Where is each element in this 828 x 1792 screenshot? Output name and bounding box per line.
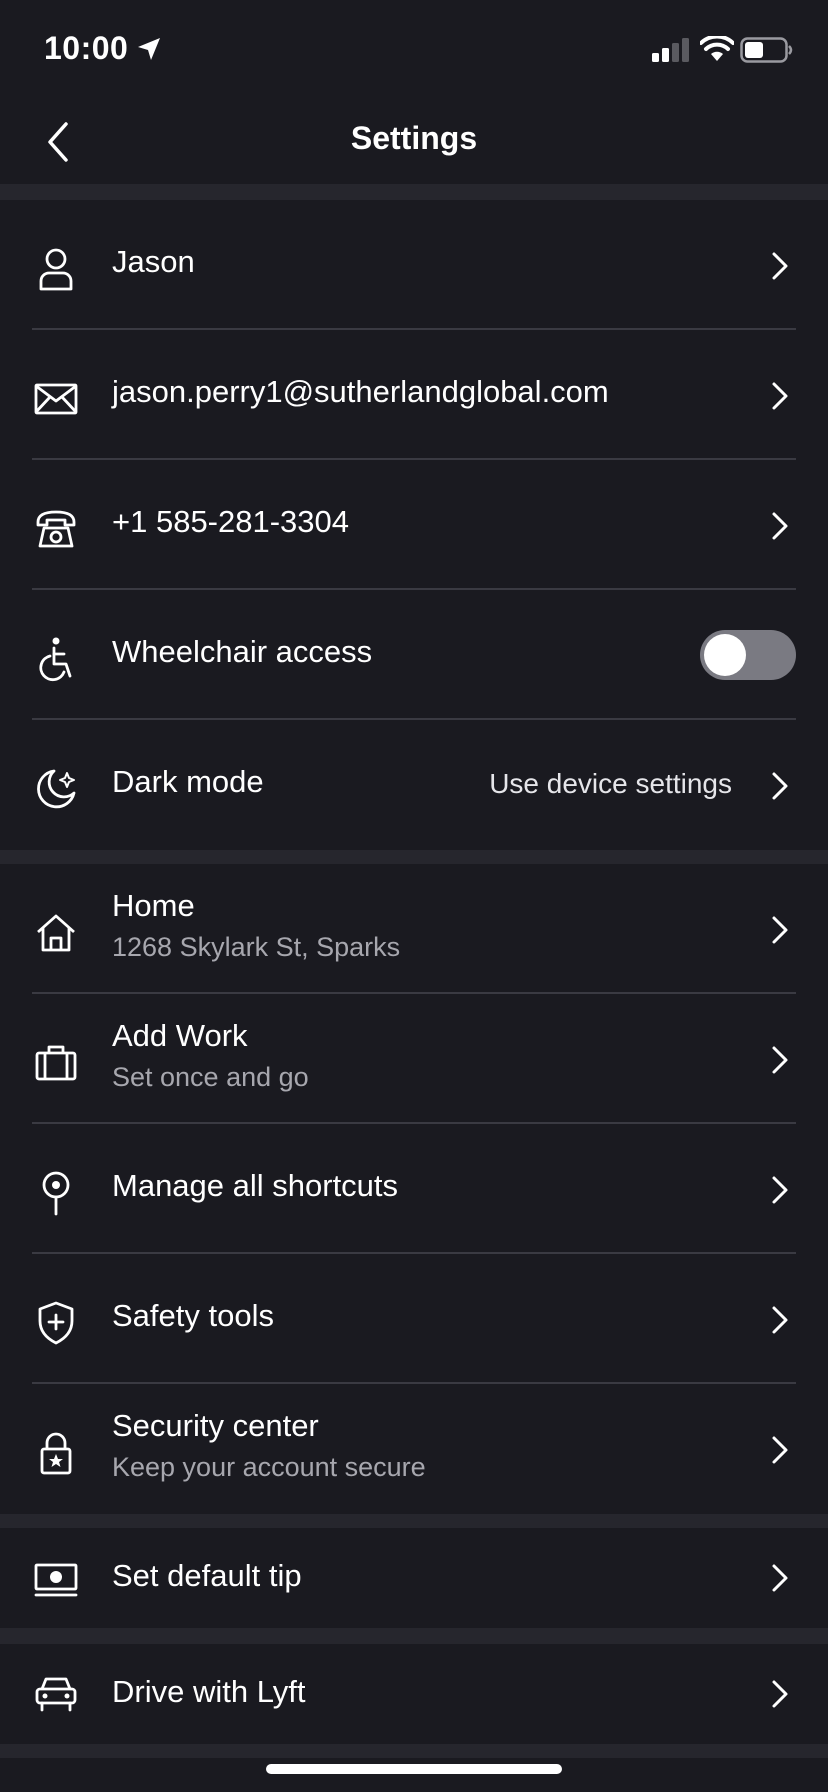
chevron-right-icon bbox=[772, 916, 788, 944]
shield-icon bbox=[32, 1299, 80, 1347]
row-title: Dark mode bbox=[112, 764, 264, 799]
battery-icon bbox=[740, 37, 794, 63]
settings-row-name[interactable]: Jason bbox=[0, 200, 828, 330]
row-title: +1 585-281-3304 bbox=[112, 504, 350, 539]
chevron-right-icon bbox=[772, 1680, 788, 1708]
dark-mode-value: Use device settings bbox=[489, 768, 732, 799]
person-icon bbox=[32, 245, 80, 293]
chevron-right-icon bbox=[772, 772, 788, 800]
row-subtitle: 1268 Skylark St, Sparks bbox=[112, 932, 401, 962]
chevron-right-icon bbox=[772, 1046, 788, 1074]
chevron-right-icon bbox=[772, 1176, 788, 1204]
settings-row-default-tip[interactable]: Set default tip bbox=[0, 1528, 828, 1628]
row-title: Security center bbox=[112, 1408, 319, 1443]
row-title: Set default tip bbox=[112, 1558, 302, 1593]
page-title: Settings bbox=[350, 120, 478, 156]
row-title: Add Work bbox=[112, 1018, 248, 1053]
car-icon bbox=[32, 1670, 80, 1718]
settings-row-safety-tools[interactable]: Safety tools bbox=[0, 1254, 828, 1384]
row-title: Jason bbox=[112, 244, 195, 279]
settings-row-home[interactable]: Home 1268 Skylark St, Sparks bbox=[0, 864, 828, 994]
row-title: Drive with Lyft bbox=[112, 1674, 306, 1709]
row-title: Safety tools bbox=[112, 1298, 274, 1333]
section-separator bbox=[0, 1514, 828, 1528]
phone-icon bbox=[32, 505, 80, 553]
settings-row-dark-mode[interactable]: Dark mode Use device settings bbox=[0, 720, 828, 850]
chevron-right-icon bbox=[772, 1436, 788, 1464]
lock-icon bbox=[32, 1429, 80, 1477]
row-subtitle: Set once and go bbox=[112, 1062, 309, 1092]
location-arrow-icon bbox=[136, 36, 162, 62]
chevron-right-icon bbox=[772, 382, 788, 410]
briefcase-icon bbox=[32, 1039, 80, 1087]
pin-icon bbox=[32, 1169, 80, 1217]
mail-icon bbox=[32, 375, 80, 423]
row-title: jason.perry1@sutherlandglobal.com bbox=[112, 374, 609, 409]
chevron-right-icon bbox=[772, 512, 788, 540]
wheelchair-access-toggle[interactable] bbox=[700, 630, 796, 680]
settings-row-add-work[interactable]: Add Work Set once and go bbox=[0, 994, 828, 1124]
wifi-icon bbox=[700, 36, 734, 62]
settings-row-email[interactable]: jason.perry1@sutherlandglobal.com bbox=[0, 330, 828, 460]
section-separator bbox=[0, 184, 828, 200]
settings-row-drive-with-lyft[interactable]: Drive with Lyft bbox=[0, 1644, 828, 1744]
chevron-right-icon bbox=[772, 1564, 788, 1592]
settings-row-wheelchair: Wheelchair access bbox=[0, 590, 828, 720]
section-separator bbox=[0, 1628, 828, 1644]
status-bar: 10:00 bbox=[0, 0, 828, 100]
settings-row-phone[interactable]: +1 585-281-3304 bbox=[0, 460, 828, 590]
home-indicator[interactable] bbox=[266, 1764, 562, 1774]
row-subtitle: Keep your account secure bbox=[112, 1452, 426, 1482]
cellular-signal-icon bbox=[652, 38, 690, 62]
wheelchair-icon bbox=[32, 635, 80, 683]
row-title: Wheelchair access bbox=[112, 634, 373, 669]
nav-bar: Settings bbox=[0, 100, 828, 182]
section-separator bbox=[0, 1744, 828, 1758]
section-separator bbox=[0, 850, 828, 864]
status-time: 10:00 bbox=[44, 30, 129, 66]
toggle-knob bbox=[704, 634, 746, 676]
cash-icon bbox=[32, 1556, 80, 1604]
chevron-right-icon bbox=[772, 252, 788, 280]
row-title: Manage all shortcuts bbox=[112, 1168, 399, 1203]
settings-row-shortcuts[interactable]: Manage all shortcuts bbox=[0, 1124, 828, 1254]
moon-icon bbox=[32, 765, 80, 813]
chevron-right-icon bbox=[772, 1306, 788, 1334]
home-icon bbox=[32, 909, 80, 957]
row-title: Home bbox=[112, 888, 195, 923]
settings-row-security-center[interactable]: Security center Keep your account secure bbox=[0, 1384, 828, 1514]
